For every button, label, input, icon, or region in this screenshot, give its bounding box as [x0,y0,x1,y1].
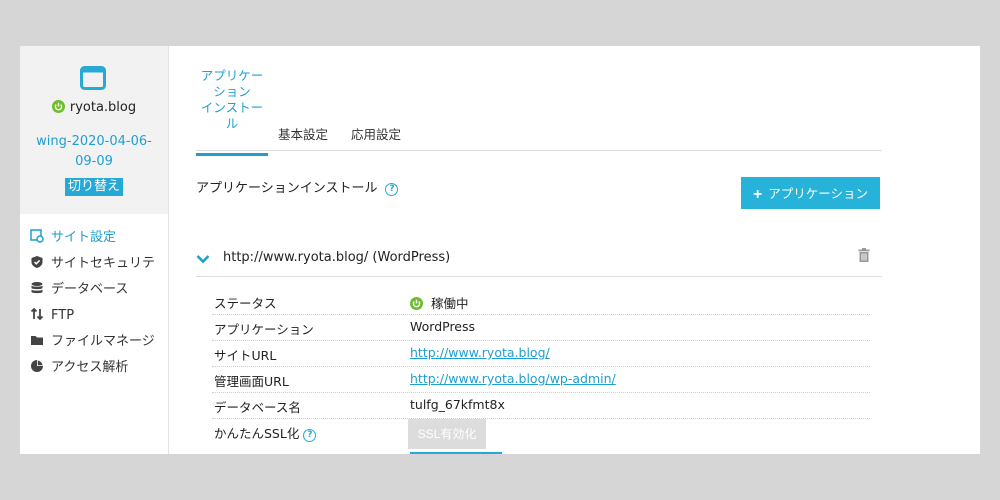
database-icon [31,282,43,294]
help-icon[interactable]: ? [303,429,317,442]
ssl-underline [410,452,502,454]
detail-key: データベース名 [214,400,301,415]
sidebar-item-site-security[interactable]: サイトセキュリテ [30,252,155,276]
server-info: ryota.blog wing-2020-04-06-09-09 切り替え [20,46,168,214]
detail-value: http://www.ryota.blog/ [410,345,550,360]
enable-ssl-button[interactable]: SSL有効化 [408,419,486,449]
power-status-icon [51,100,65,113]
detail-key: かんたんSSL化? [214,423,317,442]
sidebar-item-label: FTP [51,308,75,323]
shield-check-icon [31,256,43,268]
detail-value: 稼働中 [410,293,469,312]
tab-basic-settings[interactable]: 基本設定 [278,124,328,143]
server-name-row: ryota.blog [20,100,168,115]
application-row-header[interactable]: http://www.ryota.blog/ (WordPress) [196,244,882,277]
tab-label-line: ル [225,116,239,131]
pie-chart-icon [31,360,43,372]
chevron-down-icon[interactable] [196,252,210,266]
tab-label-line: アプリケー [200,68,264,83]
sidebar-item-ftp[interactable]: FTP [30,304,74,328]
add-application-label: アプリケーション [768,187,869,201]
server-name: ryota.blog [69,100,137,115]
detail-row-easy-ssl: かんたんSSL化? SSL有効化 [212,419,870,454]
server-id: wing-2020-04-06-09-09 [36,134,152,169]
site-url-link[interactable]: http://www.ryota.blog/ [410,345,550,360]
detail-row-site-url: サイトURL http://www.ryota.blog/ [212,341,870,367]
sidebar-item-label: アクセス解析 [51,360,129,375]
tab-advanced-settings[interactable]: 応用設定 [351,124,401,143]
detail-row-status: ステータス 稼働中 [212,289,870,315]
detail-row-database-name: データベース名 tulfg_67kfmt8x [212,393,870,419]
detail-value: tulfg_67kfmt8x [410,397,505,412]
sidebar-item-access-analytics[interactable]: アクセス解析 [30,356,128,380]
sidebar-menu: サイト設定 サイトセキュリテ データベース FTP ファイルマネージ アクセス解… [20,214,168,454]
detail-value: http://www.ryota.blog/wp-admin/ [410,371,616,386]
help-icon[interactable]: ? [385,183,399,196]
sidebar-item-label: サイト設定 [51,230,117,245]
add-application-button[interactable]: + アプリケーション [741,177,880,209]
detail-key: サイトURL [214,348,277,363]
sidebar-item-site-settings[interactable]: サイト設定 [30,226,116,250]
sidebar-item-label: サイトセキュリテ [51,256,156,271]
app-panel: ryota.blog wing-2020-04-06-09-09 切り替え サイ… [20,46,980,454]
power-status-icon [410,297,423,310]
detail-value: WordPress [410,319,476,334]
detail-row-admin-url: 管理画面URL http://www.ryota.blog/wp-admin/ [212,367,870,393]
transfer-arrows-icon [30,307,44,321]
sidebar-item-label: ファイルマネージ [51,334,155,349]
application-window-icon [80,66,106,90]
tab-label-line: ション [213,84,251,99]
sidebar-item-database[interactable]: データベース [30,278,128,302]
sidebar-item-file-manager[interactable]: ファイルマネージ [30,330,155,354]
folder-icon [31,336,43,345]
tab-application-install[interactable]: アプリケー ション インストー ル [196,68,268,156]
application-details: ステータス 稼働中 アプリケーション WordPress サイトURL http… [196,289,870,454]
gear-window-icon [30,229,44,243]
status-text: 稼働中 [431,296,469,311]
tab-bar: アプリケー ション インストー ル 基本設定 応用設定 [196,68,882,156]
sidebar: ryota.blog wing-2020-04-06-09-09 切り替え サイ… [20,46,169,454]
detail-key: ステータス [214,296,277,311]
detail-key-text: かんたんSSL化 [214,426,300,441]
section-title-text: アプリケーションインストール [196,181,378,196]
section-title: アプリケーションインストール? [196,177,399,196]
application-url: http://www.ryota.blog/ (WordPress) [223,250,451,265]
tab-label-line: インストー [200,100,264,115]
trash-icon[interactable] [858,248,870,262]
switch-server-link[interactable]: 切り替え [65,178,124,196]
detail-key: 管理画面URL [214,374,289,389]
main-content: アプリケー ション インストー ル 基本設定 応用設定 アプリケーションインスト… [169,46,980,454]
detail-row-application: アプリケーション WordPress [212,315,870,341]
sidebar-item-label: データベース [51,282,129,297]
admin-url-link[interactable]: http://www.ryota.blog/wp-admin/ [410,371,616,386]
detail-key: アプリケーション [214,322,314,337]
plus-icon: + [752,186,763,203]
